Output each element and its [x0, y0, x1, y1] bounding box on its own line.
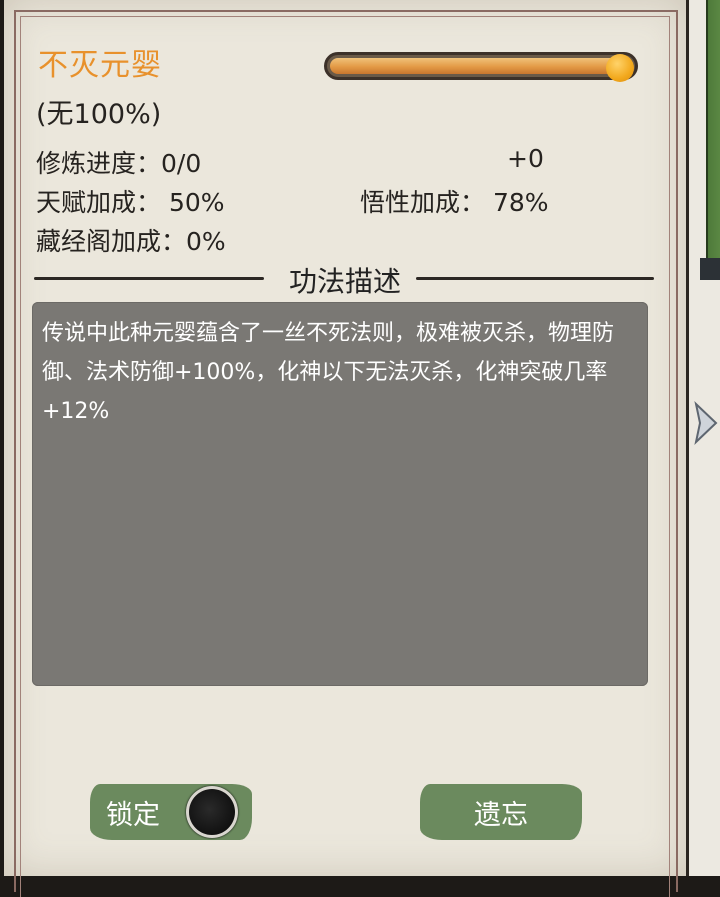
chevron-right-icon[interactable]: [690, 400, 720, 446]
comprehension-bonus: 悟性加成： 78%: [360, 188, 549, 217]
cultivation-progress: 修炼进度：0/0: [36, 149, 202, 178]
technique-subtitle: (无100%): [36, 99, 162, 130]
progress-bar: [324, 52, 638, 82]
description-box: 传说中此种元婴蕴含了一丝不死法则，极难被灭杀，物理防御、法术防御+100%，化神…: [32, 302, 648, 686]
description-heading: 功法描述: [288, 265, 401, 298]
lock-toggle[interactable]: [186, 786, 238, 838]
forget-button-label: 遗忘: [474, 799, 528, 831]
technique-detail-panel: 不灭元婴 (无100%) 修炼进度：0/0 +0 天赋加成： 50% 悟性加成：…: [4, 0, 686, 897]
description-text: 传说中此种元婴蕴含了一丝不死法则，极难被灭杀，物理防御、法术防御+100%，化神…: [42, 321, 615, 424]
talent-bonus: 天赋加成： 50%: [36, 188, 225, 217]
bonus-value: +0: [507, 144, 544, 173]
scene-post: [700, 258, 720, 280]
forget-button[interactable]: 遗忘: [420, 784, 582, 840]
technique-title: 不灭元婴: [38, 48, 162, 83]
lock-button-label: 锁定: [106, 799, 160, 831]
library-bonus: 藏经阁加成：0%: [36, 227, 226, 256]
description-section-header: 功法描述: [4, 258, 686, 298]
grass-tile: [706, 0, 720, 260]
progress-knob: [606, 54, 634, 82]
progress-bar-fill: [330, 54, 634, 82]
